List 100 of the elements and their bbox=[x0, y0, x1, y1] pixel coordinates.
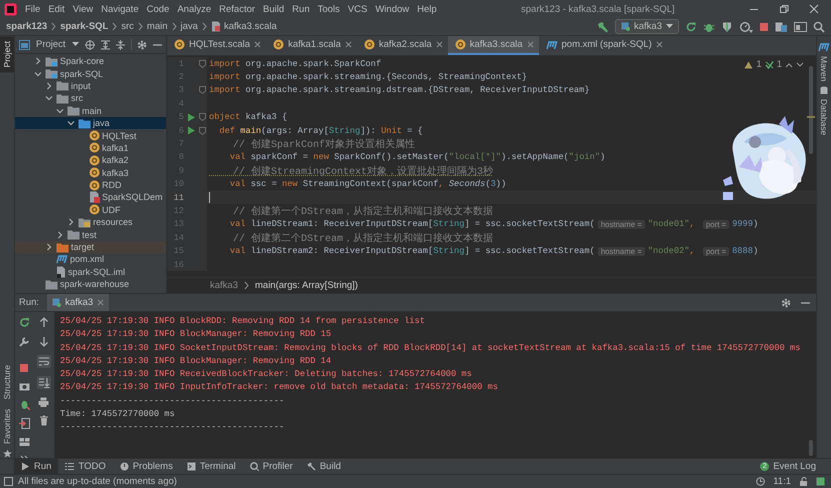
close-icon[interactable] bbox=[254, 41, 262, 48]
run-tab[interactable]: kafka3 bbox=[47, 294, 110, 311]
menu-item[interactable]: Refactor bbox=[215, 4, 260, 14]
run-marker-icon[interactable] bbox=[186, 126, 194, 136]
menu-item[interactable]: Code bbox=[142, 4, 174, 14]
menu-item[interactable]: VCS bbox=[344, 4, 372, 14]
close-icon[interactable] bbox=[656, 41, 663, 48]
tree-item[interactable]: target bbox=[15, 240, 166, 254]
tool-window-button[interactable]: Build bbox=[300, 459, 348, 474]
menu-item[interactable]: Help bbox=[413, 4, 441, 14]
tool-window-button[interactable]: Profiler bbox=[242, 459, 300, 474]
camera-icon[interactable] bbox=[18, 381, 30, 391]
chevron-icon[interactable] bbox=[66, 218, 74, 226]
tool-window-tab[interactable]: Project bbox=[0, 36, 14, 72]
tool-window-tab[interactable]: Database bbox=[819, 98, 829, 135]
tree-item[interactable]: spark-warehouse bbox=[15, 278, 166, 290]
layout-icon[interactable] bbox=[18, 437, 30, 447]
stop-icon[interactable] bbox=[19, 363, 29, 373]
tool-window-button[interactable]: Problems bbox=[112, 459, 180, 474]
tree-item[interactable]: resources bbox=[15, 216, 166, 228]
tree-item[interactable]: RDD bbox=[15, 178, 166, 192]
menu-item[interactable]: View bbox=[68, 4, 98, 14]
editor-tab[interactable]: kafka3.scala bbox=[448, 36, 539, 55]
print-icon[interactable] bbox=[38, 397, 49, 407]
tree-item[interactable]: HQLTest bbox=[15, 129, 166, 142]
lock-icon[interactable] bbox=[799, 477, 808, 486]
settings-icon[interactable] bbox=[137, 40, 147, 50]
breadcrumb[interactable]: spark-SQL bbox=[60, 21, 108, 32]
window-icon[interactable] bbox=[794, 20, 807, 32]
chevron-icon[interactable] bbox=[34, 57, 42, 66]
chevron-icon[interactable] bbox=[56, 230, 64, 239]
stop-icon[interactable] bbox=[759, 22, 769, 32]
collapse-all-icon[interactable] bbox=[116, 40, 125, 50]
chevron-icon[interactable] bbox=[34, 70, 42, 78]
previous-icon[interactable] bbox=[785, 62, 793, 68]
breadcrumb[interactable]: java bbox=[180, 21, 198, 32]
chevron-icon[interactable] bbox=[56, 106, 64, 115]
tree-item[interactable]: test bbox=[15, 228, 166, 241]
editor-tab[interactable]: kafka2.scala bbox=[356, 36, 448, 55]
tree-item[interactable]: spark-SQL bbox=[15, 67, 166, 80]
chevron-icon[interactable] bbox=[44, 82, 52, 90]
close-icon[interactable] bbox=[344, 41, 352, 48]
menu-item[interactable]: Build bbox=[259, 4, 288, 14]
down-arrow-icon[interactable] bbox=[38, 336, 48, 347]
database-icon[interactable] bbox=[820, 86, 828, 95]
breadcrumb[interactable]: kafka3.scala bbox=[224, 21, 277, 32]
tool-window-button[interactable]: Terminal bbox=[180, 459, 243, 474]
settings-icon[interactable] bbox=[781, 298, 791, 308]
menu-item[interactable]: Analyze bbox=[173, 4, 216, 14]
menu-item[interactable]: File bbox=[21, 4, 44, 14]
tree-item[interactable]: SparkSQLDem bbox=[15, 191, 166, 204]
breadcrumb[interactable]: kafka3 bbox=[210, 280, 238, 291]
trash-icon[interactable] bbox=[38, 415, 48, 426]
tree-item[interactable]: main bbox=[15, 104, 166, 117]
tree-item[interactable]: src bbox=[15, 92, 166, 105]
expand-all-icon[interactable] bbox=[100, 40, 110, 50]
menu-item[interactable]: Tools bbox=[314, 4, 344, 14]
chevron-icon[interactable] bbox=[44, 94, 52, 102]
panel-title[interactable]: Project bbox=[36, 39, 66, 50]
tree-item[interactable]: kafka2 bbox=[15, 154, 166, 167]
shield-icon[interactable] bbox=[721, 20, 733, 32]
tree-item[interactable]: kafka1 bbox=[15, 142, 166, 154]
editor-tab[interactable]: HQLTest.scala bbox=[167, 36, 266, 55]
project-structure-icon[interactable] bbox=[775, 20, 788, 32]
clock-icon[interactable] bbox=[756, 477, 766, 486]
close-icon[interactable] bbox=[436, 41, 443, 48]
star-icon[interactable] bbox=[2, 449, 12, 458]
tool-window-tab[interactable]: Structure bbox=[0, 360, 14, 404]
tool-window-tab[interactable]: Favorites bbox=[0, 404, 14, 449]
tree-item[interactable]: UDF bbox=[15, 204, 166, 216]
up-arrow-icon[interactable] bbox=[38, 317, 48, 328]
menu-item[interactable]: Run bbox=[288, 4, 314, 14]
tree-item[interactable]: Spark-core bbox=[15, 55, 166, 68]
search-icon[interactable] bbox=[813, 20, 825, 32]
chevron-icon[interactable] bbox=[66, 119, 74, 128]
run-marker-icon[interactable] bbox=[186, 112, 194, 122]
editor-tab[interactable]: pom.xml (spark-SQL) bbox=[538, 36, 668, 55]
panel-toggle-icon[interactable] bbox=[4, 477, 13, 486]
tree-item[interactable]: pom.xml bbox=[15, 253, 166, 266]
breadcrumb[interactable]: spark123 bbox=[6, 21, 48, 32]
run-configuration-dropdown[interactable]: kafka3 bbox=[615, 19, 679, 34]
bug-icon[interactable] bbox=[18, 399, 30, 410]
tree-item[interactable]: input bbox=[15, 80, 166, 92]
caret-icon[interactable] bbox=[72, 42, 79, 47]
breadcrumb[interactable]: main bbox=[146, 21, 168, 32]
restore-icon[interactable] bbox=[779, 4, 789, 14]
editor-tab[interactable]: kafka1.scala bbox=[266, 36, 357, 55]
scroll-to-end-icon[interactable] bbox=[36, 376, 50, 389]
chevron-icon[interactable] bbox=[44, 243, 52, 252]
menu-item[interactable]: Window bbox=[371, 4, 414, 14]
tool-window-tab[interactable]: Maven bbox=[819, 56, 829, 82]
profiler-icon[interactable] bbox=[739, 20, 753, 32]
rerun-icon[interactable] bbox=[18, 317, 30, 328]
breadcrumb[interactable]: src bbox=[121, 21, 134, 32]
wrench-icon[interactable] bbox=[18, 336, 30, 347]
hammer-icon[interactable] bbox=[597, 20, 609, 32]
close-icon[interactable] bbox=[809, 4, 819, 14]
caret-position[interactable]: 11:1 bbox=[773, 476, 791, 487]
menu-item[interactable]: Navigate bbox=[97, 4, 143, 14]
tree-item[interactable]: java bbox=[15, 116, 166, 130]
